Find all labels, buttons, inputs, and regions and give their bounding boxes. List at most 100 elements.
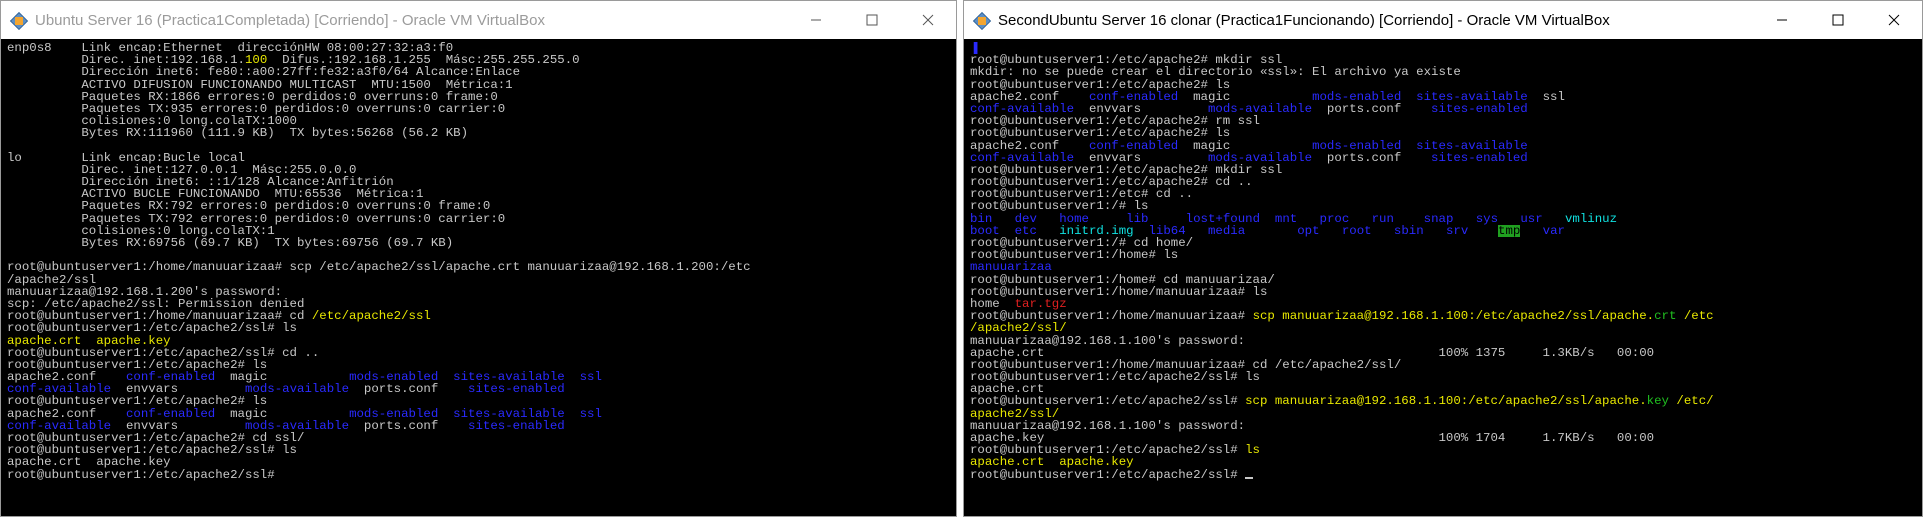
- terminal-text: lib: [1126, 212, 1186, 225]
- terminal-text: ACTIVO DIFUSIÓN FUNCIONANDO MULTICAST MT…: [7, 78, 513, 91]
- terminal-line: colisiones:0 long.colaTX:1000: [7, 115, 950, 127]
- virtualbox-window-right[interactable]: SecondUbuntu Server 16 clonar (Practica1…: [963, 0, 1923, 517]
- terminal-line: colisiones:0 long.colaTX:1: [7, 225, 950, 237]
- terminal-text: mnt: [1274, 212, 1320, 225]
- virtualbox-icon: [972, 11, 992, 31]
- terminal-line: apache2.conf conf-enabled magic mods-ena…: [970, 140, 1916, 152]
- terminal-text: ports.conf: [1312, 102, 1432, 116]
- terminal-line: Direc. inet:127.0.0.1 Másc:255.0.0.0: [7, 164, 950, 176]
- terminal-text: srv: [1445, 224, 1499, 237]
- terminal-text: conf-available: [7, 419, 112, 432]
- title-bar[interactable]: SecondUbuntu Server 16 clonar (Practica1…: [964, 1, 1922, 39]
- terminal-line: root@ubuntuserver1:/etc/apache2# ls: [7, 359, 950, 371]
- terminal-line: Dirección inet6: fe80::a00:27ff:fe32:a3f…: [7, 66, 950, 78]
- minimize-icon: [811, 19, 821, 21]
- terminal-text: manuuarizaa@192.168.1.200's password:: [7, 285, 283, 298]
- terminal-text: lib64: [1148, 224, 1208, 237]
- terminal-line: root@ubuntuserver1:/etc/apache2/ssl#: [7, 469, 950, 481]
- terminal-text: mods-available: [1207, 151, 1313, 164]
- terminal-line: bin dev home lib lost+found mnt proc run…: [970, 213, 1916, 225]
- terminal-text: /etc: [1676, 310, 1714, 323]
- terminal-line: root@ubuntuserver1:/# ls: [970, 200, 1916, 212]
- terminal-line: apache.crt apache.key: [970, 456, 1916, 468]
- maximize-button[interactable]: [844, 1, 900, 39]
- terminal-line: root@ubuntuserver1:/etc/apache2/ssl# scp…: [970, 395, 1916, 407]
- terminal-text: sites-available: [1416, 90, 1528, 103]
- terminal-text: envvars: [111, 383, 245, 396]
- terminal-text: magic: [1178, 139, 1313, 152]
- terminal-text: tar.tgz: [1014, 297, 1067, 311]
- terminal-text: root@ubuntuserver1:/# cd home/: [970, 237, 1194, 250]
- terminal-text: scp: /etc/apache2/ssl: Permission denied: [7, 297, 305, 311]
- terminal-text: mods-enabled: [1312, 90, 1402, 103]
- terminal-line: Paquetes RX:792 errores:0 perdidos:0 ove…: [7, 200, 950, 212]
- terminal-text: sites-available: [453, 407, 565, 420]
- terminal-line: Bytes RX:111960 (111.9 KB) TX bytes:5626…: [7, 127, 950, 139]
- close-button[interactable]: [900, 1, 956, 39]
- terminal-line: root@ubuntuserver1:/etc/apache2# mkdir s…: [970, 164, 1916, 176]
- terminal-text: ssl: [579, 407, 602, 420]
- terminal-text: sites-enabled: [468, 383, 565, 396]
- terminal-text: root@ubuntuserver1:/etc/apache2# mkdir s…: [970, 163, 1283, 177]
- terminal-line: scp: /etc/apache2/ssl: Permission denied: [7, 298, 950, 310]
- terminal-text: /apache2/ssl/: [970, 322, 1067, 335]
- terminal-text: root@ubuntuserver1:/etc/apache2/ssl# ls: [7, 444, 297, 457]
- terminal-text: /apache2/ssl: [7, 273, 97, 286]
- terminal-text: sites-enabled: [1431, 151, 1528, 164]
- terminal-text: tmp: [1498, 224, 1521, 237]
- close-icon: [1888, 14, 1900, 26]
- terminal-line: root@ubuntuserver1:/etc/apache2/ssl# cd …: [7, 347, 950, 359]
- terminal-text: ports.conf: [349, 419, 469, 432]
- minimize-button[interactable]: [788, 1, 844, 39]
- terminal-line: boot etc initrd.img lib64 media opt root…: [970, 224, 1916, 237]
- terminal-line: root@ubuntuserver1:/etc/apache2/ssl#: [970, 469, 1916, 481]
- terminal-text: envvars: [1074, 151, 1208, 164]
- terminal-text: root@ubuntuserver1:/etc/apache2/ssl#: [970, 444, 1246, 457]
- terminal-line: root@ubuntuserver1:/etc/apache2# cd ssl/: [7, 432, 950, 444]
- terminal-line: root@ubuntuserver1:/home/manuuarizaa# cd…: [7, 310, 950, 322]
- maximize-icon: [866, 14, 878, 26]
- terminal-text: snap: [1423, 212, 1476, 225]
- terminal-text: conf-enabled: [1088, 139, 1179, 152]
- terminal-text: root@ubuntuserver1:/etc/apache2# ls: [7, 395, 268, 408]
- terminal-text: root@ubuntuserver1:/etc/apache2/ssl# cd …: [7, 346, 320, 359]
- terminal-line: Paquetes RX:1866 errores:0 perdidos:0 ov…: [7, 91, 950, 103]
- terminal-line: root@ubuntuserver1:/home# ls: [970, 249, 1916, 261]
- terminal-text: crt: [1654, 310, 1677, 323]
- terminal-text: ssl: [1527, 90, 1565, 103]
- terminal-text: conf-enabled: [1088, 90, 1179, 103]
- terminal-text: apache.key 100% 1704 1.7KB/s 00:00: [970, 432, 1655, 445]
- terminal-line: manuuarizaa@192.168.1.100's password:: [970, 335, 1916, 347]
- terminal-text: scp manuuarizaa@192.168.1.100:/etc/apach…: [1245, 395, 1647, 408]
- terminal-text: dev: [1014, 212, 1060, 225]
- virtualbox-window-left[interactable]: Ubuntu Server 16 (Practica1Completada) […: [0, 0, 957, 517]
- terminal-text: root@ubuntuserver1:/etc/apache2# ls: [970, 127, 1231, 140]
- terminal-text: Direc. inet:127.0.0.1 Másc:255.0.0.0: [7, 163, 357, 177]
- terminal-text: Dirección inet6: ::1/128 Alcance:Anfitri…: [7, 176, 394, 189]
- title-bar[interactable]: Ubuntu Server 16 (Practica1Completada) […: [1, 1, 956, 39]
- close-button[interactable]: [1866, 1, 1922, 39]
- minimize-button[interactable]: [1754, 1, 1810, 39]
- minimize-icon: [1777, 19, 1787, 21]
- terminal-text: bin: [970, 212, 1015, 225]
- terminal-output[interactable]: enp0s8 Link encap:Ethernet direcciónHW 0…: [1, 39, 956, 516]
- terminal-line: Dirección inet6: ::1/128 Alcance:Anfitri…: [7, 176, 950, 188]
- terminal-text: apache2.conf: [7, 407, 126, 420]
- terminal-text: ports.conf: [349, 383, 469, 396]
- terminal-text: Paquetes RX:1866 errores:0 perdidos:0 ov…: [7, 90, 498, 103]
- terminal-text: manuuarizaa@192.168.1.100's password:: [970, 419, 1246, 432]
- text-cursor: [1245, 476, 1254, 479]
- maximize-button[interactable]: [1810, 1, 1866, 39]
- terminal-text: sites-available: [1416, 139, 1528, 152]
- terminal-text: Paquetes TX:792 errores:0 perdidos:0 ove…: [7, 212, 506, 225]
- terminal-text: sys: [1475, 212, 1521, 225]
- terminal-text: magic: [215, 407, 350, 420]
- terminal-line: root@ubuntuserver1:/home/manuuarizaa# ls: [970, 286, 1916, 298]
- terminal-text: root@ubuntuserver1:/home# cd manuuarizaa…: [970, 273, 1275, 286]
- terminal-text: root@ubuntuserver1:/home# ls: [970, 249, 1179, 262]
- terminal-text: sites-enabled: [468, 419, 565, 432]
- terminal-text: root@ubuntuserver1:/etc/apache2/ssl#: [7, 468, 283, 481]
- terminal-output[interactable]: ▐ root@ubuntuserver1:/etc/apache2# mkdir …: [964, 39, 1922, 516]
